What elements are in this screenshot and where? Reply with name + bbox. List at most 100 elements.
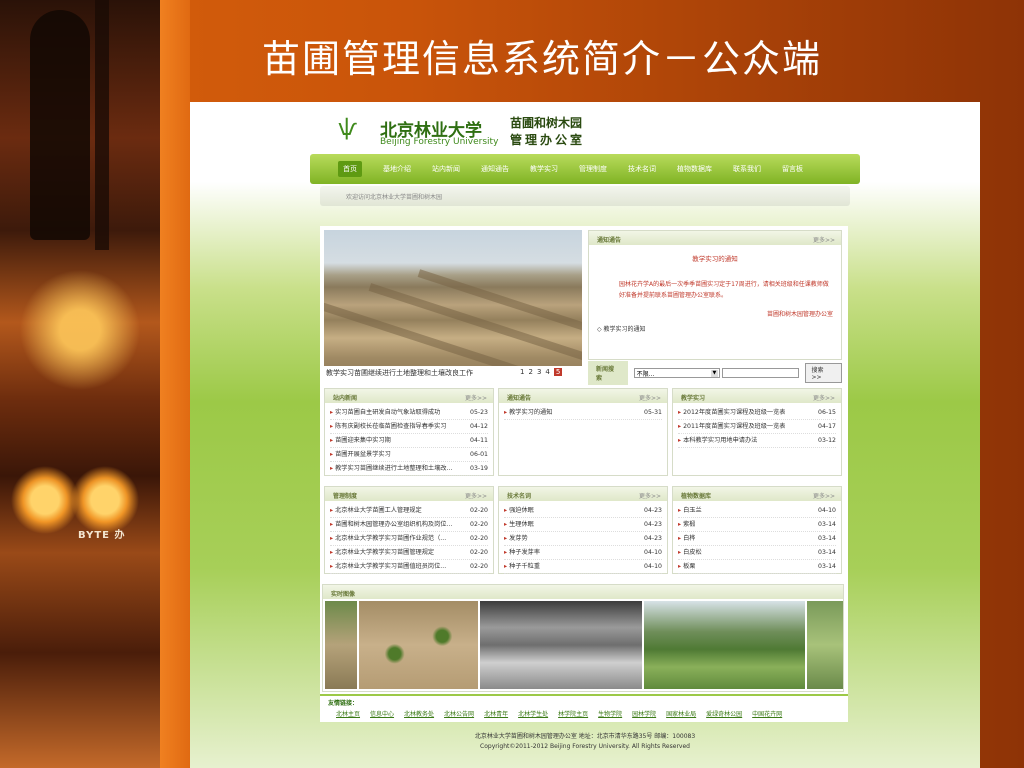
list-item[interactable]: 2012年度苗圃实习课程及班级一览表 06-15 <box>678 406 836 420</box>
list-item-title[interactable]: 苗圃和树木园管理办公室组织机构及岗位... <box>330 518 452 531</box>
nav-base-intro[interactable]: 基地介绍 <box>383 164 411 174</box>
nav-notices[interactable]: 通知通告 <box>481 164 509 174</box>
friend-link[interactable]: 北林教务处 <box>404 709 434 718</box>
list-item[interactable]: 北京林业大学教学实习苗圃值班员岗位... 02-20 <box>330 560 488 574</box>
nav-teaching[interactable]: 教学实习 <box>530 164 558 174</box>
friend-link[interactable]: 林学院主页 <box>558 709 588 718</box>
live-photo[interactable] <box>643 601 806 689</box>
pager-4[interactable]: 4 <box>545 368 549 376</box>
friend-link[interactable]: 北林公告网 <box>444 709 474 718</box>
hero-slideshow-image[interactable] <box>324 230 582 380</box>
site-footer: 北京林业大学苗圃和树木园管理办公室 地址：北京市清华东路35号 邮编：10008… <box>318 732 852 752</box>
teaching-list: 2012年度苗圃实习课程及班级一览表 06-15 2011年度苗圃实习课程及班级一览… <box>673 403 841 448</box>
live-photo[interactable] <box>358 601 479 689</box>
more-link[interactable]: 更多>> <box>639 393 661 402</box>
list-item[interactable]: 紫椴 03-14 <box>678 518 836 532</box>
nav-home[interactable]: 首页 <box>338 161 362 177</box>
more-link[interactable]: 更多>> <box>813 491 835 500</box>
nav-contact[interactable]: 联系我们 <box>733 164 761 174</box>
list-item[interactable]: 2011年度苗圃实习课程及班级一览表 04-17 <box>678 420 836 434</box>
list-item-title[interactable]: 发芽势 <box>504 532 528 545</box>
friend-link[interactable]: 国家林业局 <box>666 709 696 718</box>
more-link[interactable]: 更多>> <box>813 393 835 402</box>
list-item[interactable]: 发芽势 04-23 <box>504 532 662 546</box>
list-item-title[interactable]: 北京林业大学教学实习苗圃管理规定 <box>330 546 434 559</box>
pager-2[interactable]: 2 <box>528 368 532 376</box>
friend-link[interactable]: 爱绿奇林公园 <box>706 709 742 718</box>
search-input[interactable] <box>721 368 799 378</box>
list-item[interactable]: 北京林业大学教学实习苗圃作业规范（... 02-20 <box>330 532 488 546</box>
list-item-title[interactable]: 北京林业大学教学实习苗圃作业规范（... <box>330 532 446 545</box>
list-item-title[interactable]: 种子发芽率 <box>504 546 540 559</box>
list-item[interactable]: 陈有庆副校长莅临苗圃检查指导春季实习 04-12 <box>330 420 488 434</box>
more-link[interactable]: 更多>> <box>465 393 487 402</box>
friend-link[interactable]: 信息中心 <box>370 709 394 718</box>
list-item[interactable]: 实习苗圃自主研发自动气象站取得成功 05-23 <box>330 406 488 420</box>
friend-link[interactable]: 园林学院 <box>632 709 656 718</box>
hero-caption[interactable]: 教学实习苗圃继续进行土地整理和土壤改良工作 <box>326 368 473 378</box>
list-item[interactable]: 生理休眠 04-23 <box>504 518 662 532</box>
list-item-title[interactable]: 板栗 <box>678 560 695 573</box>
list-item[interactable]: 白桦 03-14 <box>678 532 836 546</box>
list-item-title[interactable]: 强迫休眠 <box>504 504 534 517</box>
notice-more-link[interactable]: 更多>> <box>813 235 835 244</box>
list-item-title[interactable]: 紫椴 <box>678 518 695 531</box>
list-item-title[interactable]: 北京林业大学苗圃工人管理规定 <box>330 504 422 517</box>
nav-rules[interactable]: 管理制度 <box>579 164 607 174</box>
list-item-title[interactable]: 2012年度苗圃实习课程及班级一览表 <box>678 406 785 419</box>
list-item[interactable]: 种子千粒重 04-10 <box>504 560 662 574</box>
pager-1[interactable]: 1 <box>520 368 524 376</box>
nav-plant-db[interactable]: 植物数据库 <box>677 164 712 174</box>
live-photo[interactable] <box>325 601 357 689</box>
more-link[interactable]: 更多>> <box>465 491 487 500</box>
list-item-title[interactable]: 2011年度苗圃实习课程及班级一览表 <box>678 420 785 433</box>
friend-link[interactable]: 中国花卉网 <box>752 709 782 718</box>
list-item[interactable]: 苗圃迎来集中实习期 04-11 <box>330 434 488 448</box>
list-item[interactable]: 北京林业大学教学实习苗圃管理规定 02-20 <box>330 546 488 560</box>
list-item-title[interactable]: 实习苗圃自主研发自动气象站取得成功 <box>330 406 440 419</box>
list-item-title[interactable]: 白桦 <box>678 532 695 545</box>
list-item-title[interactable]: 白玉兰 <box>678 504 702 517</box>
friend-link[interactable]: 生物学院 <box>598 709 622 718</box>
friend-links: 友情链接： 北林主页 信息中心 北林教务处 北林公告网 北林青年 北林学生处 林学院主页 生物… <box>320 694 848 722</box>
nav-guestbook[interactable]: 留言板 <box>782 164 803 174</box>
department-title: 苗圃和树木园 <box>510 116 583 130</box>
search-button[interactable]: 搜索 >> <box>804 363 843 383</box>
list-item[interactable]: 白皮松 03-14 <box>678 546 836 560</box>
nav-news[interactable]: 站内新闻 <box>432 164 460 174</box>
list-item-title[interactable]: 本科教学实习用地申请办法 <box>678 434 757 447</box>
slide-title: 苗圃管理信息系统简介－公众端 <box>262 37 823 81</box>
pager-3[interactable]: 3 <box>537 368 541 376</box>
list-item-title[interactable]: 白皮松 <box>678 546 702 559</box>
list-item[interactable]: 苗圃和树木园管理办公室组织机构及岗位... 02-20 <box>330 518 488 532</box>
list-item-title[interactable]: 苗圃开展盆景学实习 <box>330 448 391 461</box>
friend-link[interactable]: 北林主页 <box>336 709 360 718</box>
list-item-title[interactable]: 种子千粒重 <box>504 560 540 573</box>
live-photo[interactable] <box>480 601 642 689</box>
list-item[interactable]: 强迫休眠 04-23 <box>504 504 662 518</box>
pager-5[interactable]: 5 <box>553 368 563 376</box>
notice-list-item[interactable]: ◇ 教学实习的通知 <box>589 318 841 333</box>
list-item[interactable]: 北京林业大学苗圃工人管理规定 02-20 <box>330 504 488 518</box>
list-item-title[interactable]: 生理休眠 <box>504 518 534 531</box>
list-item[interactable]: 白玉兰 04-10 <box>678 504 836 518</box>
list-item[interactable]: 教学实习的通知 05-31 <box>504 406 662 420</box>
list-item-title[interactable]: 北京林业大学教学实习苗圃值班员岗位... <box>330 560 446 573</box>
list-item-title[interactable]: 教学实习苗圃继续进行土地整理和土壤改良... <box>330 462 456 475</box>
list-item-title[interactable]: 陈有庆副校长莅临苗圃检查指导春季实习 <box>330 420 446 433</box>
friend-link[interactable]: 北林学生处 <box>518 709 548 718</box>
more-link[interactable]: 更多>> <box>639 491 661 500</box>
nav-terms[interactable]: 技术名词 <box>628 164 656 174</box>
notice-title[interactable]: 教学实习的通知 <box>589 253 841 263</box>
friend-link[interactable]: 北林青年 <box>484 709 508 718</box>
list-item[interactable]: 板栗 03-14 <box>678 560 836 574</box>
list-item[interactable]: 教学实习苗圃继续进行土地整理和土壤改良... 03-19 <box>330 462 488 476</box>
department-subtitle: 管理办公室 <box>510 133 586 147</box>
search-category-select[interactable]: 不限... ▼ <box>633 368 720 378</box>
list-item[interactable]: 苗圃开展盆景学实习 06-01 <box>330 448 488 462</box>
list-item[interactable]: 种子发芽率 04-10 <box>504 546 662 560</box>
list-item-title[interactable]: 教学实习的通知 <box>504 406 552 419</box>
live-photo[interactable] <box>807 601 843 689</box>
list-item-title[interactable]: 苗圃迎来集中实习期 <box>330 434 391 447</box>
list-item[interactable]: 本科教学实习用地申请办法 03-12 <box>678 434 836 448</box>
